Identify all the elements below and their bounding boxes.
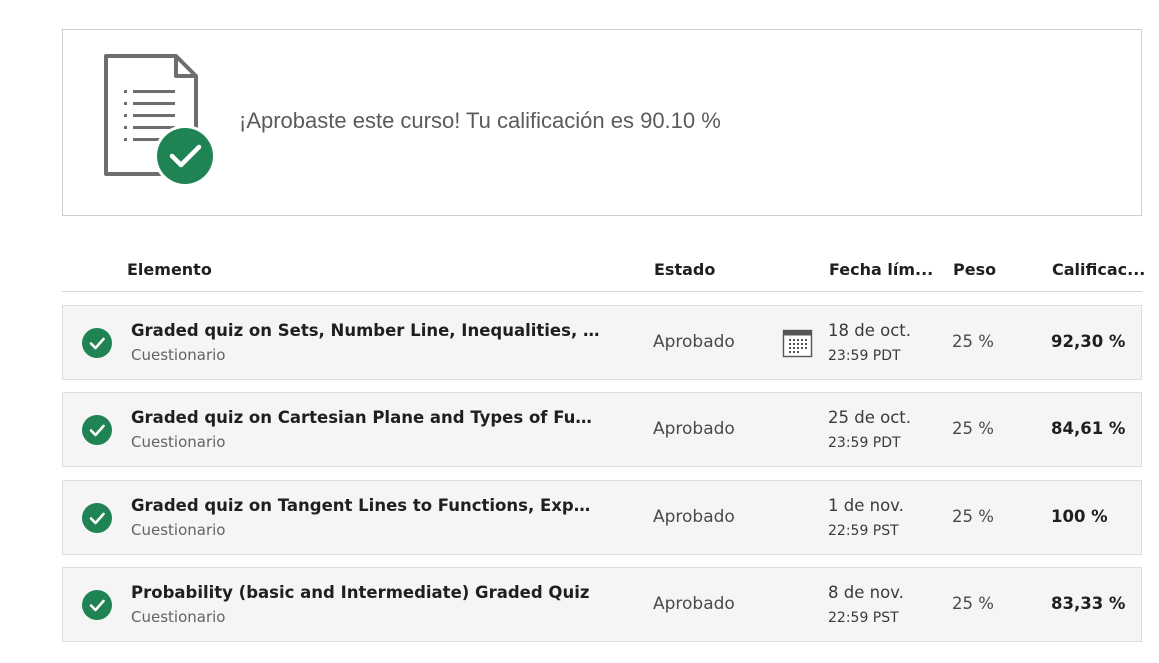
item-status: Aprobado: [653, 419, 735, 439]
item-type: Cuestionario: [131, 433, 226, 451]
item-title[interactable]: Graded quiz on Sets, Number Line, Inequa…: [131, 321, 601, 340]
due-time: 22:59 PST: [828, 523, 899, 539]
check-circle-icon: [82, 328, 112, 358]
item-status: Aprobado: [653, 332, 735, 352]
item-weight: 25 %: [952, 419, 994, 438]
item-status: Aprobado: [653, 507, 735, 527]
due-date: 1 de nov.: [828, 496, 904, 515]
item-grade: 100 %: [1051, 507, 1108, 526]
document-check-icon: [104, 54, 216, 187]
item-title[interactable]: Probability (basic and Intermediate) Gra…: [131, 583, 601, 602]
item-status: Aprobado: [653, 594, 735, 614]
check-circle-icon: [82, 415, 112, 445]
item-title[interactable]: Graded quiz on Tangent Lines to Function…: [131, 496, 601, 515]
header-due-date[interactable]: Fecha lím...: [829, 260, 933, 279]
due-time: 22:59 PST: [828, 610, 899, 626]
table-row[interactable]: Probability (basic and Intermediate) Gra…: [62, 567, 1142, 642]
table-row[interactable]: Graded quiz on Tangent Lines to Function…: [62, 480, 1142, 555]
header-item[interactable]: Elemento: [127, 260, 212, 279]
item-type: Cuestionario: [131, 521, 226, 539]
header-grade[interactable]: Calificac...: [1052, 260, 1145, 279]
table-row[interactable]: Graded quiz on Cartesian Plane and Types…: [62, 392, 1142, 467]
item-type: Cuestionario: [131, 608, 226, 626]
item-weight: 25 %: [952, 594, 994, 613]
item-title[interactable]: Graded quiz on Cartesian Plane and Types…: [131, 408, 601, 427]
header-weight[interactable]: Peso: [953, 260, 996, 279]
item-weight: 25 %: [952, 332, 994, 351]
item-grade: 84,61 %: [1051, 419, 1126, 438]
due-date: 18 de oct.: [828, 321, 911, 340]
item-grade: 83,33 %: [1051, 594, 1126, 613]
item-weight: 25 %: [952, 507, 994, 526]
item-type: Cuestionario: [131, 346, 226, 364]
header-status[interactable]: Estado: [654, 260, 715, 279]
due-time: 23:59 PDT: [828, 348, 901, 364]
item-grade: 92,30 %: [1051, 332, 1126, 351]
table-row[interactable]: Graded quiz on Sets, Number Line, Inequa…: [62, 305, 1142, 380]
grades-table-header: Elemento Estado Fecha lím... Peso Califi…: [62, 248, 1145, 292]
due-date: 25 de oct.: [828, 408, 911, 427]
calendar-icon[interactable]: [782, 329, 813, 358]
check-circle-icon: [82, 503, 112, 533]
check-circle-icon: [82, 590, 112, 620]
course-passed-message: ¡Aprobaste este curso! Tu calificación e…: [239, 108, 721, 133]
due-time: 23:59 PDT: [828, 435, 901, 451]
course-passed-banner: ¡Aprobaste este curso! Tu calificación e…: [62, 29, 1142, 216]
due-date: 8 de nov.: [828, 583, 904, 602]
